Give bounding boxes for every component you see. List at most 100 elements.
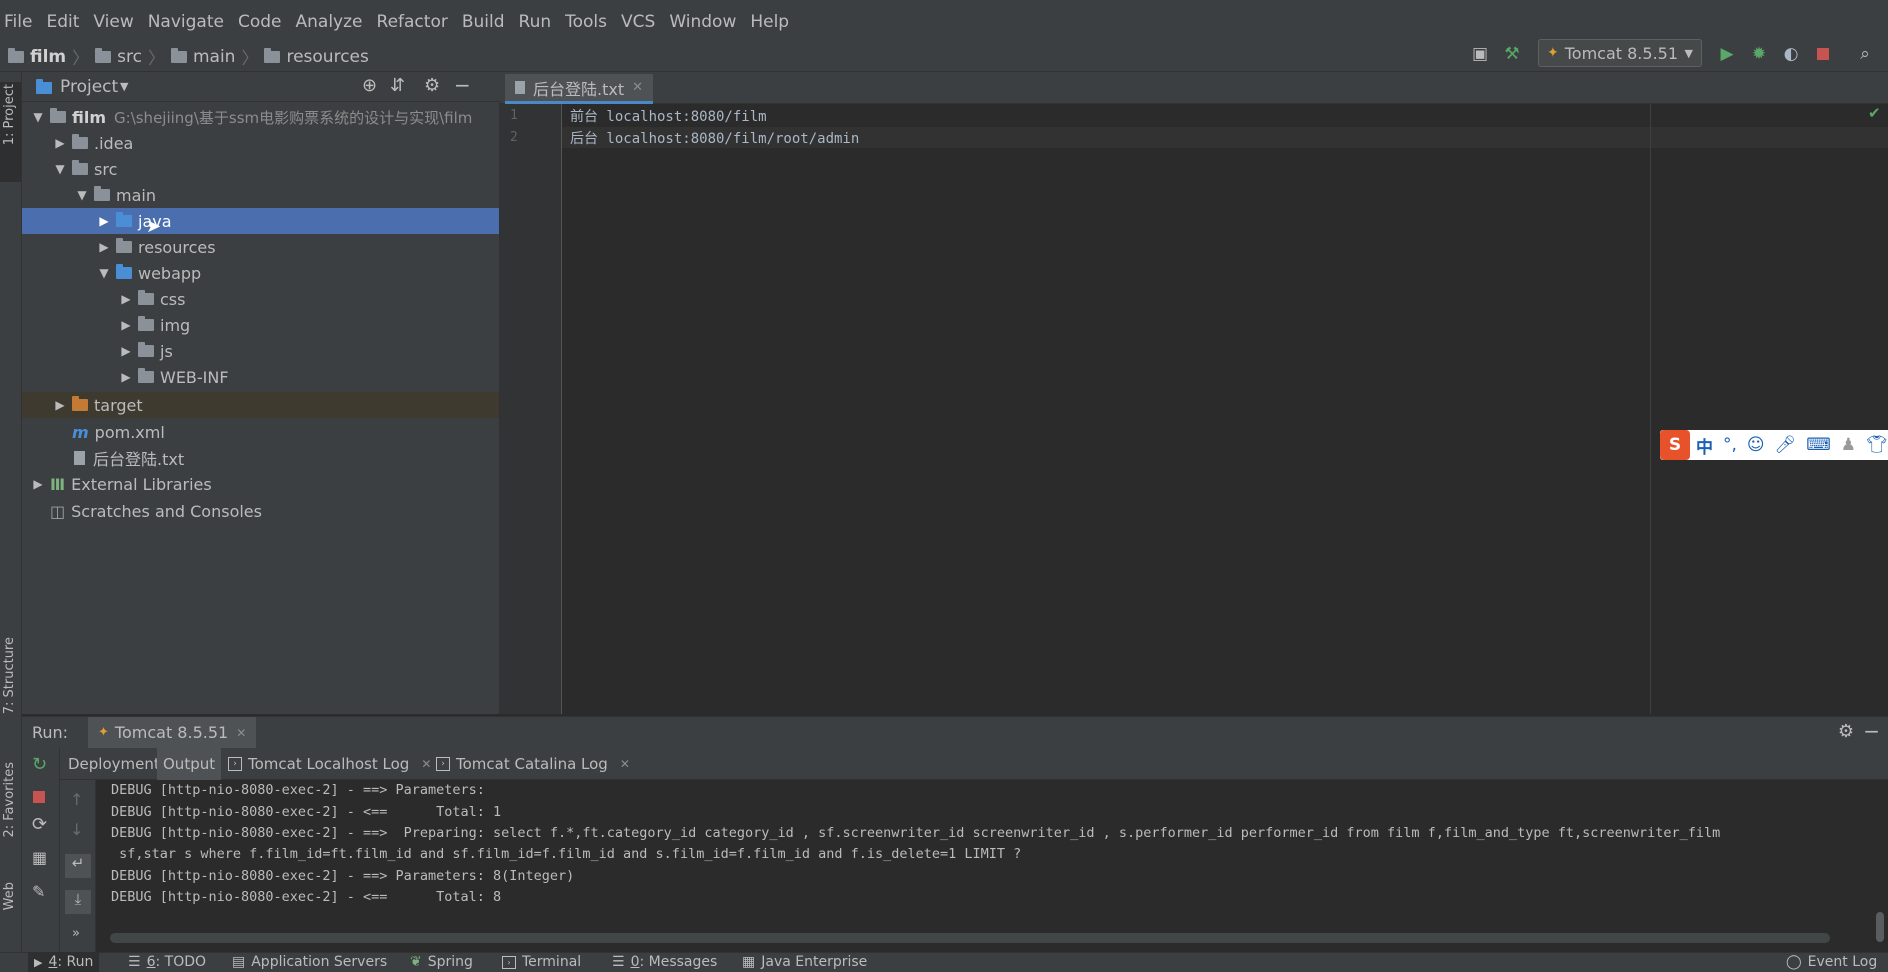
- breadcrumb-src[interactable]: src: [117, 47, 142, 67]
- event-log-button[interactable]: ◯ Event Log: [1780, 952, 1883, 972]
- bottom-tab-messages[interactable]: ☰ 0: Messages: [606, 952, 723, 972]
- close-icon[interactable]: ✕: [632, 80, 643, 95]
- menu-analyze[interactable]: Analyze: [289, 12, 370, 32]
- tree-item-target[interactable]: ▶ target: [22, 392, 499, 418]
- up-arrow-icon[interactable]: ↑: [70, 790, 83, 809]
- code-line[interactable]: 后台 localhost:8080/film/root/admin: [570, 128, 859, 148]
- minimize-icon[interactable]: −: [454, 73, 471, 97]
- chevron-right-icon[interactable]: ▶: [52, 398, 68, 412]
- chevron-right-icon[interactable]: ▶: [30, 477, 46, 491]
- tree-item-src[interactable]: ▼ src: [22, 156, 499, 182]
- tree-item-txt-file[interactable]: 后台登陆.txt: [22, 445, 499, 471]
- bottom-tab-todo[interactable]: ☰ 6: TODO: [122, 952, 212, 972]
- stop-icon[interactable]: [1813, 44, 1833, 64]
- coverage-icon[interactable]: ◐: [1781, 44, 1801, 64]
- tree-item-resources[interactable]: ▶ resources: [22, 234, 499, 260]
- tree-item-img[interactable]: ▶ img: [22, 312, 499, 338]
- tree-item-java[interactable]: ▶ java: [22, 208, 499, 234]
- chevron-down-icon[interactable]: ▼: [120, 80, 128, 93]
- gear-icon[interactable]: ⚙: [1838, 721, 1854, 742]
- bottom-tab-spring[interactable]: ❦ Spring: [404, 952, 479, 972]
- menu-code[interactable]: Code: [231, 12, 289, 32]
- editor-area[interactable]: [500, 104, 1888, 714]
- chevron-down-icon[interactable]: ▼: [74, 188, 90, 202]
- run-config-tab[interactable]: ✦ Tomcat 8.5.51 ✕: [88, 717, 257, 748]
- code-line[interactable]: 前台 localhost:8080/film: [570, 106, 767, 126]
- layout-icon[interactable]: ▦: [32, 848, 47, 867]
- ime-toolbar[interactable]: S 中 °, ☺ 🎤︎ ⌨ ♟ 👕︎: [1660, 430, 1888, 460]
- menu-vcs[interactable]: VCS: [614, 12, 662, 32]
- tree-item-webapp[interactable]: ▼ webapp: [22, 260, 499, 286]
- menu-navigate[interactable]: Navigate: [141, 12, 231, 32]
- tab-output[interactable]: Output: [157, 748, 222, 780]
- favorites-tool-button[interactable]: 2: Favorites: [2, 762, 17, 838]
- menu-edit[interactable]: Edit: [39, 12, 86, 32]
- chevron-right-icon[interactable]: ▶: [96, 240, 112, 254]
- bottom-tab-run[interactable]: ▶ 4: Run: [28, 952, 100, 972]
- vertical-scrollbar[interactable]: [1876, 912, 1884, 942]
- menu-run[interactable]: Run: [512, 12, 559, 32]
- gear-icon[interactable]: ⚙: [424, 75, 440, 96]
- menu-view[interactable]: View: [86, 12, 140, 32]
- tab-tomcat-localhost-log[interactable]: › Tomcat Localhost Log ✕: [222, 748, 437, 780]
- more-icon[interactable]: »: [72, 926, 80, 941]
- tree-item-pom[interactable]: m pom.xml: [22, 419, 499, 445]
- bottom-tab-java-enterprise[interactable]: ▦ Java Enterprise: [736, 952, 873, 972]
- bottom-tab-application-servers[interactable]: ▤ Application Servers: [226, 952, 393, 972]
- locate-icon[interactable]: ⊕: [362, 75, 377, 96]
- tree-item-js[interactable]: ▶ js: [22, 338, 499, 364]
- chevron-down-icon[interactable]: ▼: [52, 162, 68, 176]
- tab-tomcat-catalina-log[interactable]: › Tomcat Catalina Log ✕: [430, 748, 636, 780]
- menu-file[interactable]: File: [0, 12, 39, 32]
- rerun-icon[interactable]: ↻: [32, 754, 47, 775]
- breadcrumb-main[interactable]: main: [193, 47, 235, 67]
- menu-window[interactable]: Window: [662, 12, 743, 32]
- stop-icon[interactable]: [33, 788, 45, 807]
- chevron-right-icon[interactable]: ▶: [118, 292, 134, 306]
- run-icon[interactable]: ▶: [1717, 44, 1737, 64]
- pin-icon[interactable]: ✎: [32, 882, 45, 901]
- chevron-right-icon[interactable]: ▶: [118, 344, 134, 358]
- chevron-down-icon[interactable]: ▼: [30, 110, 46, 124]
- search-icon[interactable]: ⌕: [1855, 44, 1875, 64]
- tree-item-external-libraries[interactable]: ▶ Ⅲ External Libraries: [22, 471, 499, 497]
- minimize-icon[interactable]: −: [1863, 719, 1880, 743]
- chevron-right-icon[interactable]: ▶: [118, 318, 134, 332]
- menu-tools[interactable]: Tools: [558, 12, 614, 32]
- breadcrumb-resources[interactable]: resources: [286, 47, 368, 67]
- bottom-tab-terminal[interactable]: › Terminal: [496, 952, 587, 972]
- project-view-title[interactable]: Project: [60, 77, 118, 97]
- build-hammer-icon[interactable]: ⚒: [1502, 44, 1522, 64]
- tab-deployment[interactable]: Deployment: [62, 748, 166, 780]
- redeploy-icon[interactable]: ⟳: [32, 814, 47, 835]
- run-configuration-select[interactable]: ✦ Tomcat 8.5.51 ▼: [1538, 39, 1702, 67]
- tree-item-idea[interactable]: ▶ .idea: [22, 130, 499, 156]
- close-icon[interactable]: ✕: [236, 726, 246, 740]
- editor-tab[interactable]: 后台登陆.txt ✕: [505, 74, 654, 104]
- layout-icon[interactable]: ▣: [1470, 44, 1490, 64]
- structure-tool-button[interactable]: 7: Structure: [2, 637, 17, 714]
- tree-item-scratches[interactable]: ◫ Scratches and Consoles: [22, 498, 499, 524]
- horizontal-scrollbar[interactable]: [110, 933, 1830, 943]
- chevron-right-icon[interactable]: ▶: [52, 136, 68, 150]
- tree-item-web-inf[interactable]: ▶ WEB-INF: [22, 364, 499, 390]
- collapse-all-icon[interactable]: ⇵: [390, 75, 405, 96]
- tree-item-css[interactable]: ▶ css: [22, 286, 499, 312]
- down-arrow-icon[interactable]: ↓: [70, 820, 83, 839]
- menu-refactor[interactable]: Refactor: [370, 12, 455, 32]
- breadcrumb-film[interactable]: film: [30, 47, 66, 67]
- scroll-to-end-icon[interactable]: ⤓: [65, 890, 91, 914]
- chevron-right-icon[interactable]: ▶: [96, 214, 112, 228]
- web-tool-button[interactable]: Web: [2, 882, 17, 910]
- menu-help[interactable]: Help: [743, 12, 796, 32]
- tree-item-main[interactable]: ▼ main: [22, 182, 499, 208]
- menu-build[interactable]: Build: [455, 12, 512, 32]
- close-icon[interactable]: ✕: [620, 757, 630, 771]
- tree-item-root[interactable]: ▼ film G:\shejiing\基于ssm电影购票系统的设计与实现\fil…: [22, 104, 499, 130]
- chevron-down-icon[interactable]: ▼: [96, 266, 112, 280]
- project-tool-button[interactable]: 1: Project: [2, 84, 17, 145]
- debug-bug-icon[interactable]: ✹: [1749, 44, 1769, 64]
- chevron-right-icon[interactable]: ▶: [118, 370, 134, 384]
- mouse-cursor-icon: ➤: [146, 216, 162, 237]
- soft-wrap-icon[interactable]: ↵: [65, 854, 91, 878]
